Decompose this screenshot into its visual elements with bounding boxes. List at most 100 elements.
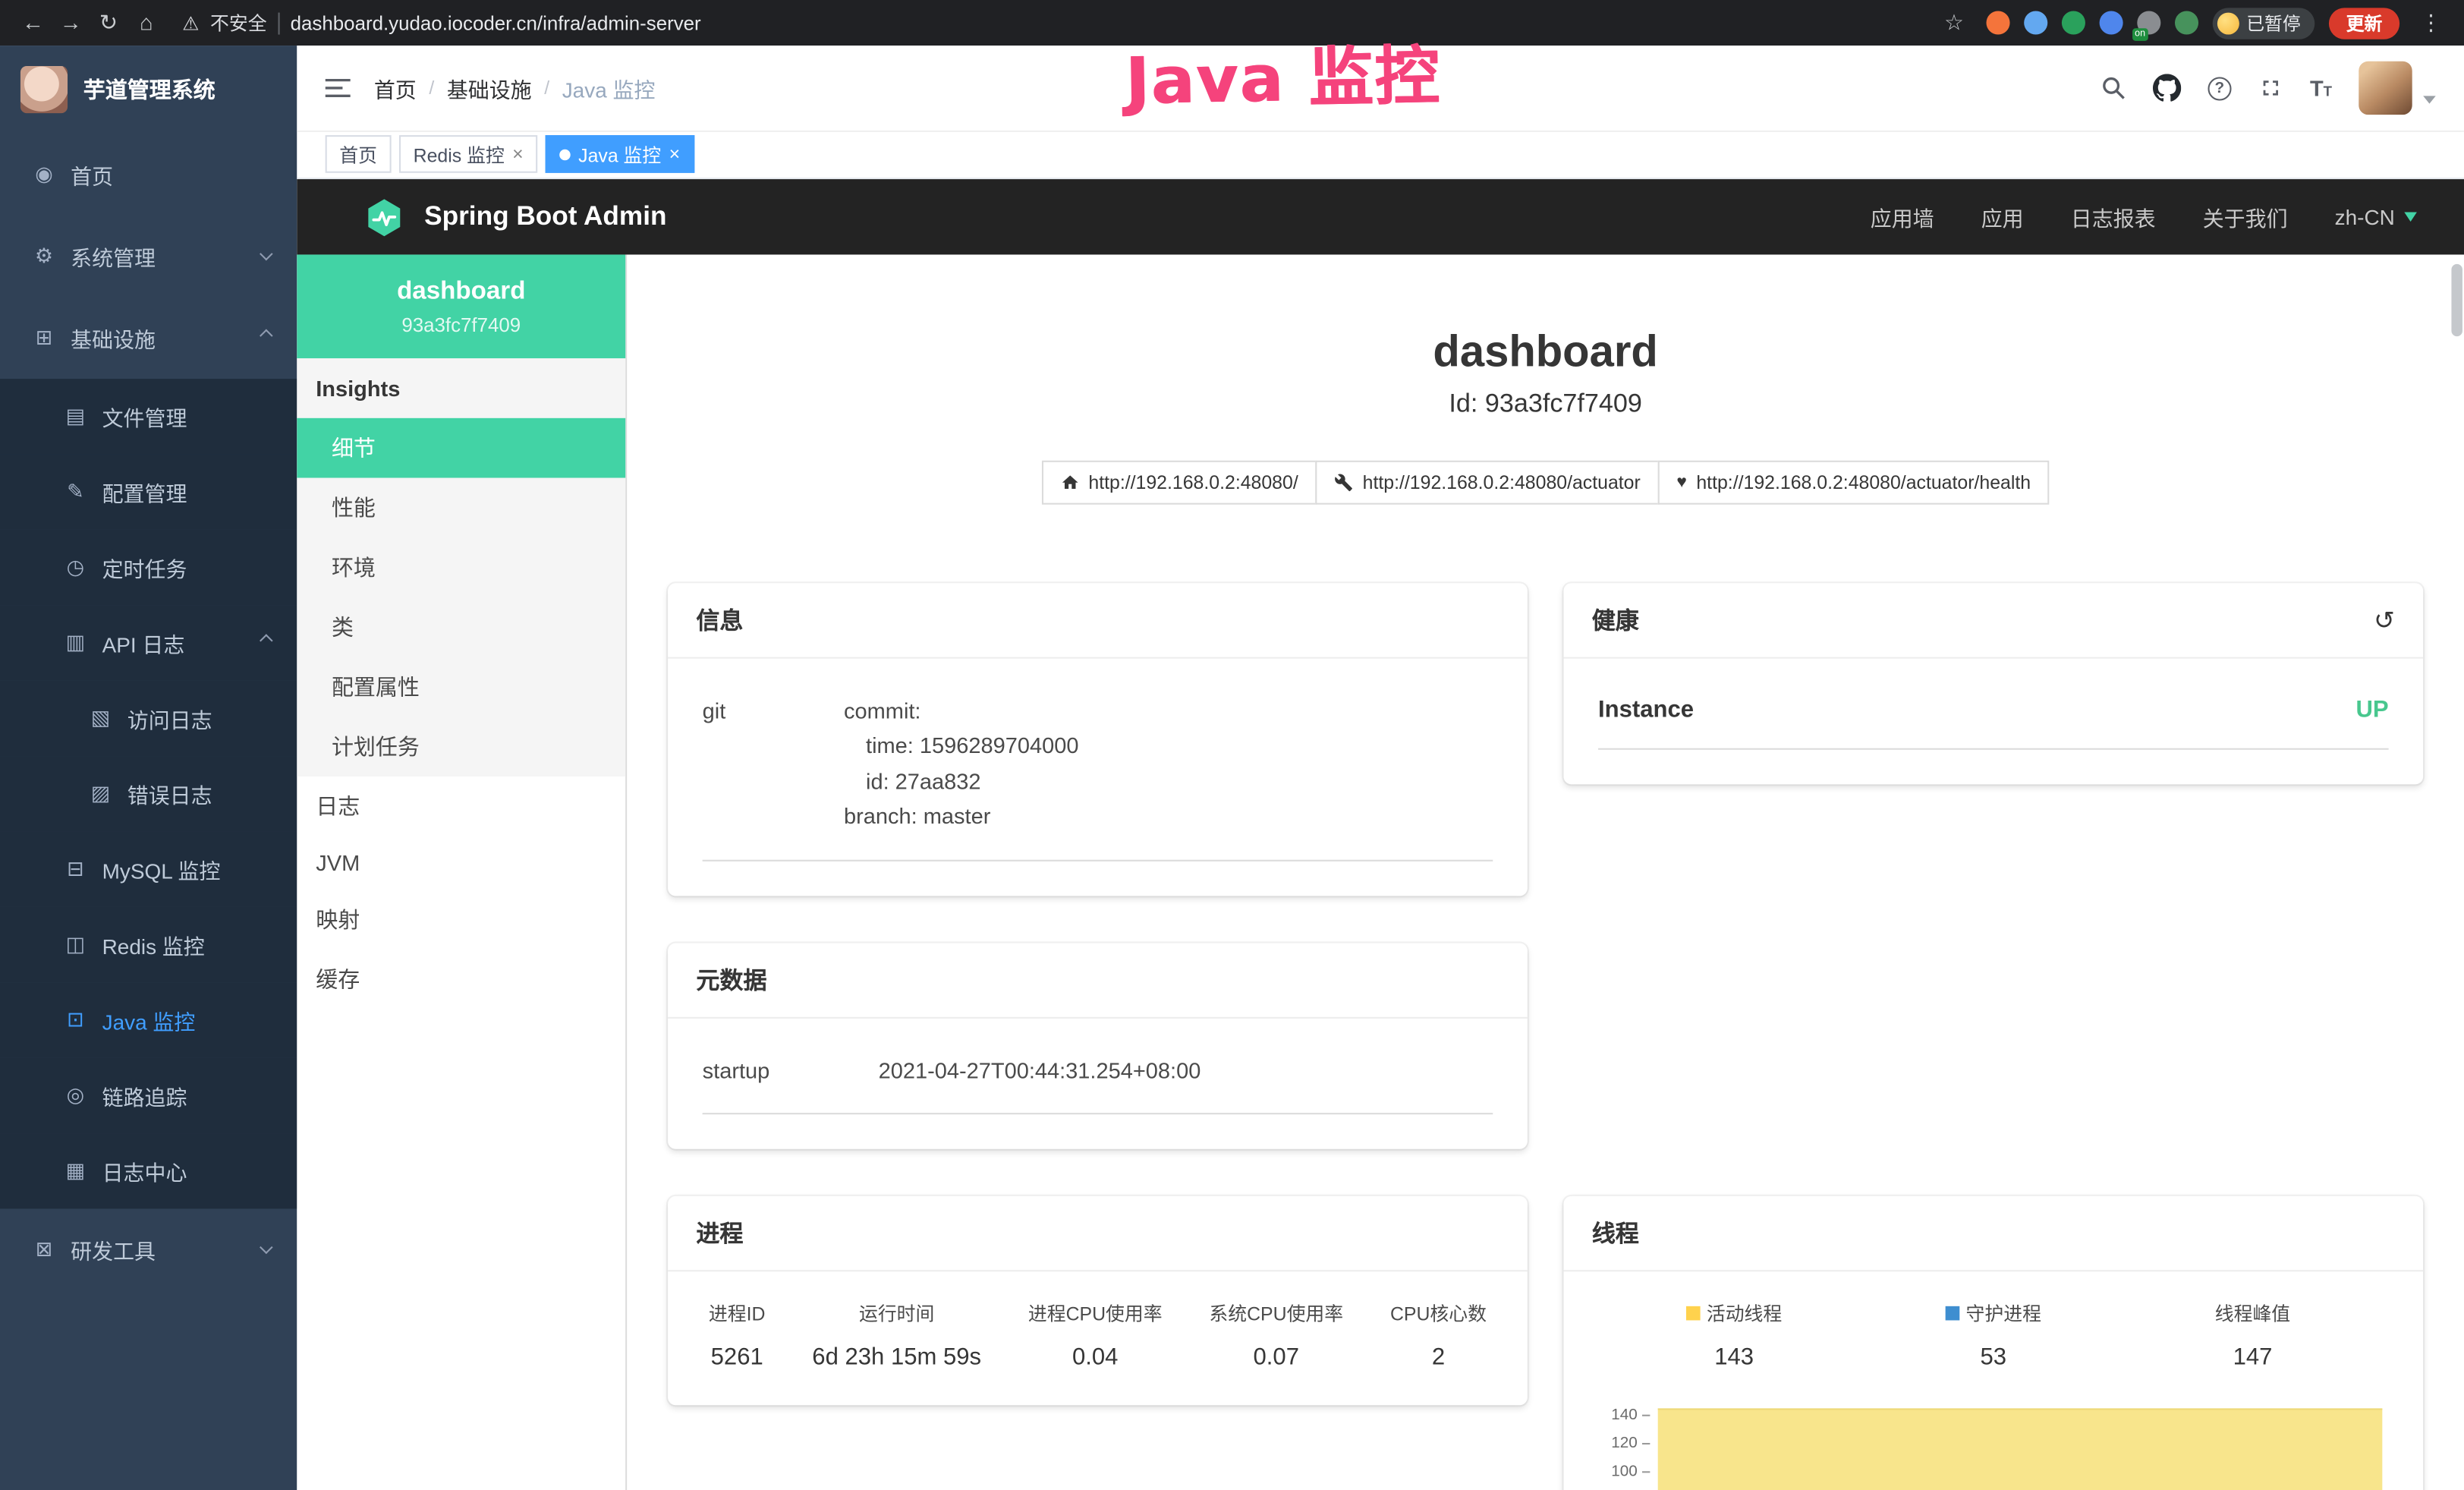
paused-badge[interactable]: 已暂停 bbox=[2212, 7, 2315, 38]
breadcrumb-home[interactable]: 首页 bbox=[374, 72, 417, 103]
extension-icon[interactable] bbox=[2061, 11, 2085, 34]
extension-icon[interactable] bbox=[2174, 11, 2198, 34]
back-icon[interactable]: ← bbox=[16, 0, 51, 46]
extension-icon[interactable] bbox=[2099, 11, 2123, 34]
chevron-up-icon bbox=[260, 329, 273, 343]
stat-col: 系统CPU使用率 0.07 bbox=[1209, 1299, 1343, 1370]
sidebar-item-log-center[interactable]: ▦ 日志中心 bbox=[0, 1133, 297, 1208]
tag-redis-monitor[interactable]: Redis 监控 × bbox=[399, 135, 537, 173]
trace-icon: ◎ bbox=[63, 1083, 88, 1108]
content-scrollbar[interactable] bbox=[2451, 264, 2462, 336]
sba-brand-title: Spring Boot Admin bbox=[424, 201, 666, 232]
fullscreen-icon[interactable] bbox=[2258, 75, 2283, 100]
access-log-icon: ▧ bbox=[88, 706, 113, 731]
update-button[interactable]: 更新 bbox=[2329, 7, 2399, 38]
sba-item-classes[interactable]: 类 bbox=[297, 597, 625, 657]
locale-selector[interactable]: zh-CN bbox=[2335, 205, 2417, 228]
sidebar-item-label: 日志中心 bbox=[102, 1155, 187, 1186]
warning-icon: ⚠ bbox=[182, 12, 199, 34]
sba-item-details[interactable]: 细节 bbox=[297, 418, 625, 478]
sidebar-item-api-logs[interactable]: ▥ API 日志 bbox=[0, 605, 297, 680]
sba-item-config-props[interactable]: 配置属性 bbox=[297, 657, 625, 717]
legend-col: 线程峰值 147 bbox=[2123, 1299, 2383, 1370]
sba-nav-about[interactable]: 关于我们 bbox=[2203, 201, 2288, 232]
extension-icon[interactable]: on bbox=[2136, 11, 2160, 34]
bookmark-star-icon[interactable]: ☆ bbox=[1937, 0, 1972, 46]
sba-nav-journal[interactable]: 日志报表 bbox=[2071, 201, 2156, 232]
sidebar-item-trace[interactable]: ◎ 链路追踪 bbox=[0, 1058, 297, 1133]
sidebar-item-redis-monitor[interactable]: ◫ Redis 监控 bbox=[0, 907, 297, 982]
sba-insights-group: Insights 细节 性能 环境 类 配置属性 计划任务 bbox=[297, 358, 625, 777]
redis-icon: ◫ bbox=[63, 932, 88, 957]
sba-item-environment[interactable]: 环境 bbox=[297, 537, 625, 597]
tag-java-monitor[interactable]: Java 监控 × bbox=[546, 135, 694, 173]
sidebar-item-label: 系统管理 bbox=[71, 241, 156, 272]
card-title: 信息 bbox=[668, 583, 1528, 658]
hamburger-icon[interactable] bbox=[326, 77, 351, 99]
cards-grid: 信息 git commit: time: 1596289704000 id: 2… bbox=[668, 583, 2423, 1490]
github-icon[interactable] bbox=[2153, 74, 2181, 102]
sidebar-item-java-monitor[interactable]: ⊡ Java 监控 bbox=[0, 982, 297, 1057]
sidebar-item-home[interactable]: ◉ 首页 bbox=[0, 134, 297, 216]
sidebar-item-error-logs[interactable]: ▨ 错误日志 bbox=[0, 756, 297, 831]
breadcrumb-separator: / bbox=[429, 77, 434, 99]
service-url-link[interactable]: http://192.168.0.2:48080/ bbox=[1041, 461, 1317, 505]
legend-col: 活动线程 143 bbox=[1604, 1299, 1864, 1370]
sidebar-item-scheduled-tasks[interactable]: ◷ 定时任务 bbox=[0, 530, 297, 605]
stat-col: 进程CPU使用率 0.04 bbox=[1028, 1299, 1163, 1370]
sba-item-mappings[interactable]: 映射 bbox=[297, 890, 625, 950]
app-logo[interactable]: 芋道管理系统 bbox=[0, 46, 297, 134]
heart-icon: ♥ bbox=[1676, 473, 1687, 492]
home-icon[interactable]: ⌂ bbox=[129, 0, 164, 46]
sidebar-item-file-management[interactable]: ▤ 文件管理 bbox=[0, 379, 297, 454]
active-threads-area bbox=[1658, 1408, 2383, 1490]
mysql-icon: ⊟ bbox=[63, 857, 88, 882]
sidebar-item-access-logs[interactable]: ▧ 访问日志 bbox=[0, 681, 297, 756]
sba-instance-header[interactable]: dashboard 93a3fc7f7409 bbox=[297, 254, 625, 358]
sidebar-item-config-management[interactable]: ✎ 配置管理 bbox=[0, 454, 297, 529]
sidebar-item-mysql-monitor[interactable]: ⊟ MySQL 监控 bbox=[0, 831, 297, 906]
sba-item-logs[interactable]: 日志 bbox=[297, 777, 625, 836]
history-icon[interactable]: ↺ bbox=[2374, 604, 2395, 635]
menu-kebab-icon[interactable]: ⋮ bbox=[2414, 0, 2449, 46]
address-bar[interactable]: ⚠ 不安全 dashboard.yudao.iocoder.cn/infra/a… bbox=[182, 9, 700, 36]
sidebar-item-dev-tools[interactable]: ⊠ 研发工具 bbox=[0, 1208, 297, 1290]
breadcrumb-section[interactable]: 基础设施 bbox=[447, 72, 532, 103]
tag-home[interactable]: 首页 bbox=[326, 135, 392, 173]
close-icon[interactable]: × bbox=[512, 143, 524, 165]
refresh-icon[interactable]: ↻ bbox=[91, 0, 126, 46]
close-icon[interactable]: × bbox=[669, 143, 681, 165]
instance-title: dashboard bbox=[627, 327, 2464, 377]
instance-label: Instance bbox=[1598, 696, 1694, 723]
sba-item-performance[interactable]: 性能 bbox=[297, 478, 625, 538]
extension-icon[interactable] bbox=[2023, 11, 2047, 34]
help-icon[interactable]: ? bbox=[2208, 76, 2231, 99]
git-id-line: id: 27aa832 bbox=[844, 764, 1078, 799]
sidebar-item-system-management[interactable]: ⚙ 系统管理 bbox=[0, 216, 297, 298]
sba-nav-wall[interactable]: 应用墙 bbox=[1871, 201, 1934, 232]
sidebar-item-label: Redis 监控 bbox=[102, 929, 205, 960]
health-instance-row: Instance UP bbox=[1598, 687, 2389, 750]
sidebar-item-infrastructure[interactable]: ⊞ 基础设施 bbox=[0, 297, 297, 379]
sba-item-scheduled[interactable]: 计划任务 bbox=[297, 717, 625, 777]
dashboard-icon: ◉ bbox=[31, 162, 56, 187]
info-card: 信息 git commit: time: 1596289704000 id: 2… bbox=[668, 583, 1528, 895]
file-icon: ▤ bbox=[63, 404, 88, 429]
user-avatar[interactable] bbox=[2359, 61, 2412, 115]
sba-item-caches[interactable]: 缓存 bbox=[297, 950, 625, 1010]
sba-item-jvm[interactable]: JVM bbox=[297, 836, 625, 890]
font-size-icon[interactable]: TT bbox=[2310, 75, 2332, 100]
extension-icon[interactable] bbox=[1985, 11, 2009, 34]
actuator-url-link[interactable]: http://192.168.0.2:48080/actuator bbox=[1316, 461, 1660, 505]
forward-icon[interactable]: → bbox=[53, 0, 88, 46]
chart-plot-area bbox=[1658, 1402, 2389, 1490]
sidebar-item-label: 定时任务 bbox=[102, 552, 187, 583]
home-icon bbox=[1060, 473, 1079, 492]
screen: ← → ↻ ⌂ ⚠ 不安全 dashboard.yudao.iocoder.cn… bbox=[0, 0, 2464, 1490]
health-url-link[interactable]: ♥ http://192.168.0.2:48080/actuator/heal… bbox=[1658, 461, 2050, 505]
search-icon[interactable] bbox=[2101, 75, 2126, 100]
locale-label: zh-CN bbox=[2335, 205, 2395, 228]
sba-nav-applications[interactable]: 应用 bbox=[1981, 201, 2024, 232]
sidebar-item-label: 研发工具 bbox=[71, 1234, 156, 1265]
threads-card: 线程 活动线程 143 守护进程 53 bbox=[1563, 1196, 2423, 1490]
